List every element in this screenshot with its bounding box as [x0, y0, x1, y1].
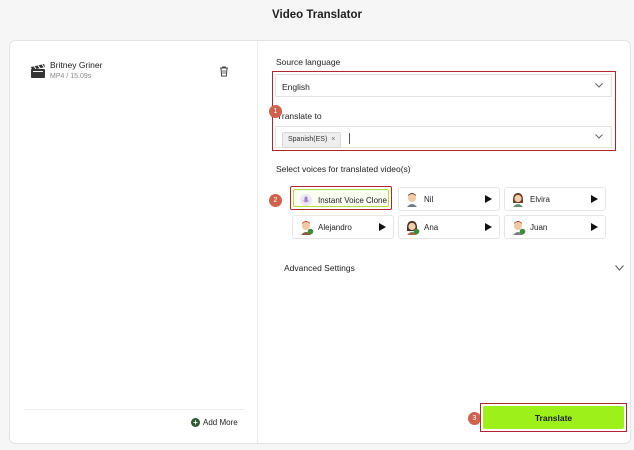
voice-option-ana[interactable]: Ana	[398, 215, 500, 239]
play-icon[interactable]	[485, 223, 492, 231]
source-language-label: Source language	[276, 57, 341, 67]
clapperboard-icon	[31, 64, 45, 78]
play-icon[interactable]	[591, 223, 598, 231]
language-highlight: English Translate to Spanish(ES) ×	[272, 71, 616, 151]
voice-name: Nil	[424, 195, 434, 204]
avatar-male-icon	[513, 221, 526, 235]
voice-option-juan[interactable]: Juan	[504, 215, 606, 239]
voice-name: Ana	[424, 223, 439, 232]
play-icon[interactable]	[485, 195, 492, 203]
voice-grid: Instant Voice Clone Nil Elvira Alejandro…	[280, 186, 624, 248]
avatar-male-icon	[407, 193, 417, 207]
voice-option-nil[interactable]: Nil	[398, 187, 500, 211]
advanced-settings-toggle[interactable]: Advanced Settings	[284, 263, 355, 273]
selected-indicator: Instant Voice Clone	[293, 189, 389, 207]
voice-option-alejandro[interactable]: Alejandro	[292, 215, 394, 239]
language-tag-label: Spanish(ES)	[288, 136, 328, 143]
translate-to-label: Translate to	[277, 111, 322, 121]
avatar-male-icon	[301, 221, 314, 235]
chevron-down-icon	[595, 134, 603, 139]
avatar-female-icon	[407, 221, 420, 235]
translate-highlight: Translate	[480, 403, 627, 432]
file-panel: Britney Griner MP4 / 15.09s + Add More	[10, 41, 258, 443]
text-cursor	[349, 133, 350, 144]
language-tag: Spanish(ES) ×	[282, 132, 342, 148]
add-more-label: Add More	[203, 418, 238, 427]
voice-name: Juan	[530, 223, 548, 232]
chevron-down-icon[interactable]	[615, 265, 624, 271]
voice-option-elvira[interactable]: Elvira	[504, 187, 606, 211]
play-icon[interactable]	[379, 223, 386, 231]
voice-name: Instant Voice Clone	[318, 196, 387, 205]
trash-icon[interactable]	[218, 65, 230, 77]
microphone-icon	[300, 194, 312, 206]
step-badge-1: 1	[269, 105, 282, 118]
voice-name: Elvira	[530, 195, 551, 204]
voice-option-instant-voice-clone[interactable]: Instant Voice Clone	[290, 186, 392, 210]
file-name: Britney Griner	[50, 60, 103, 70]
page-title: Video Translator	[272, 9, 362, 21]
chevron-down-icon	[595, 82, 603, 88]
voices-label: Select voices for translated video(s)	[276, 164, 411, 174]
divider	[24, 409, 244, 410]
source-language-value: English	[282, 82, 310, 92]
avatar-female-icon	[513, 193, 523, 207]
voice-name: Alejandro	[318, 223, 352, 232]
file-item[interactable]: Britney Griner MP4 / 15.09s	[30, 59, 240, 89]
source-language-select[interactable]: English	[275, 74, 612, 97]
main-card: Britney Griner MP4 / 15.09s + Add More S…	[9, 40, 631, 444]
settings-panel: Source language English Translate to Spa…	[258, 41, 630, 443]
add-more-button[interactable]: + Add More	[191, 418, 238, 427]
play-icon[interactable]	[591, 195, 598, 203]
translate-button[interactable]: Translate	[483, 406, 624, 429]
plus-icon: +	[191, 418, 200, 427]
translate-to-select[interactable]: Spanish(ES) ×	[275, 126, 612, 148]
file-meta: MP4 / 15.09s	[50, 73, 92, 80]
remove-tag-icon[interactable]: ×	[331, 133, 335, 147]
